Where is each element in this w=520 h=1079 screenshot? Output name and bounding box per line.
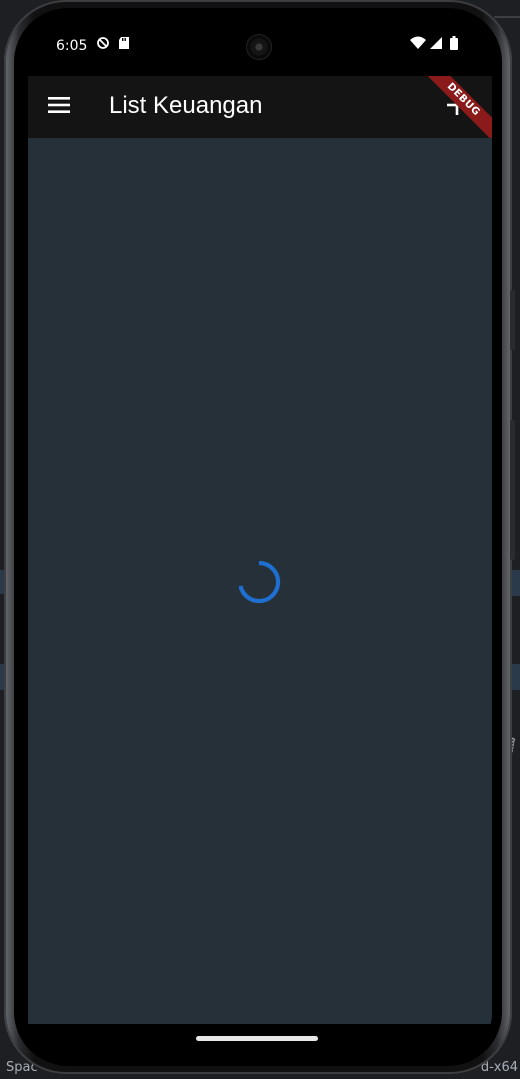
content-area [28,138,492,1024]
status-time: 6:05 [56,38,88,54]
power-button [510,420,515,560]
hamburger-menu-icon [48,96,70,119]
menu-button[interactable] [42,90,76,124]
page-title: List Keuangan [109,92,263,119]
battery-icon [450,36,458,53]
no-sound-icon [96,36,110,53]
phone-screen: 6:05 List Keuangan DEBUG [24,22,492,1054]
wifi-icon [410,36,426,53]
loading-spinner [238,560,281,604]
app-bar: List Keuangan DEBUG [28,76,492,138]
background-status-text-right: d-x64 [480,1060,518,1075]
phone-frame: 6:05 List Keuangan DEBUG [4,0,515,1074]
sd-card-icon [118,36,130,53]
status-bar: 6:05 [24,22,492,76]
home-indicator[interactable] [196,1036,318,1041]
background-divider [494,16,520,18]
volume-button [510,290,515,350]
signal-icon [430,36,442,53]
front-camera [246,34,272,60]
